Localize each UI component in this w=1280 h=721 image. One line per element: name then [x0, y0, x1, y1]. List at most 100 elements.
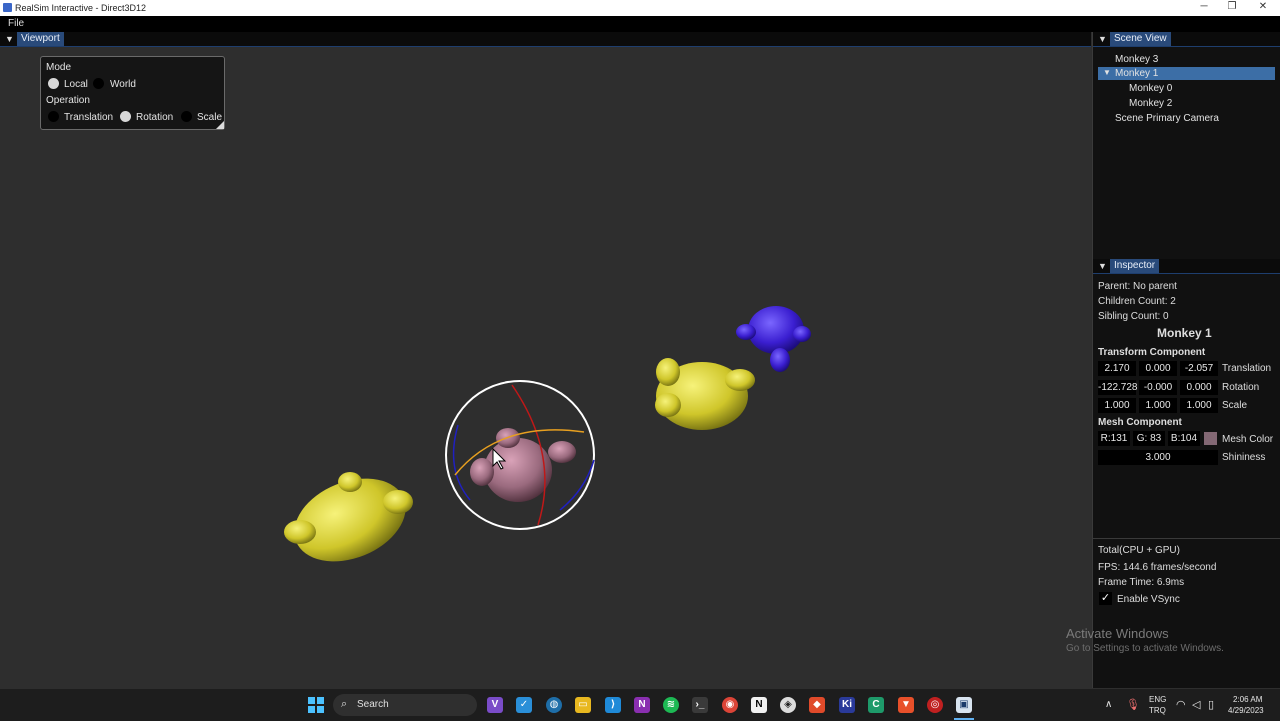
parent-info: Parent: No parent [1098, 281, 1177, 292]
start-windows-icon[interactable] [308, 697, 324, 713]
collapse-arrow-icon[interactable]: ▼ [1098, 261, 1107, 271]
tab-inspector[interactable]: Inspector [1110, 259, 1160, 273]
fps-readout: FPS: 144.6 frames/second [1098, 562, 1217, 573]
activation-watermark-title: Activate Windows [1066, 626, 1169, 641]
tree-expand-arrow-icon[interactable]: ▼ [1103, 68, 1111, 77]
mode-local-radio[interactable] [48, 78, 59, 89]
tree-item-camera[interactable]: Scene Primary Camera [1115, 113, 1219, 124]
window-title: RealSim Interactive - Direct3D12 [15, 3, 147, 13]
collapse-arrow-icon[interactable]: ▼ [1098, 34, 1107, 44]
translation-label: Translation [1222, 363, 1272, 374]
close-icon[interactable]: ✕ [1255, 1, 1271, 15]
minimize-icon[interactable]: ─ [1196, 1, 1212, 15]
rotation-z-field[interactable]: 0.000 [1180, 380, 1218, 395]
vsync-label[interactable]: Enable VSync [1117, 594, 1180, 605]
scale-label: Scale [1222, 400, 1248, 411]
frame-time-readout: Frame Time: 6.9ms [1098, 577, 1185, 588]
brave-icon[interactable]: ▼ [898, 697, 914, 713]
search-icon: ⌕ [341, 698, 348, 710]
spotify-icon[interactable]: ≋ [663, 697, 679, 713]
file-explorer-icon[interactable]: ▭ [575, 697, 591, 713]
operation-scale-radio[interactable] [181, 111, 192, 122]
mesh-color-r-field[interactable]: R:131 [1098, 431, 1130, 446]
onenote-icon[interactable]: N [634, 697, 650, 713]
menu-bar: File [0, 16, 1280, 32]
tab-scene-view[interactable]: Scene View [1110, 32, 1171, 46]
language-primary[interactable]: ENG [1149, 695, 1166, 704]
maximize-icon[interactable]: ❐ [1224, 1, 1240, 15]
mesh-color-swatch[interactable] [1204, 432, 1217, 445]
translation-y-field[interactable]: 0.000 [1139, 361, 1177, 376]
gizmo-mode-panel: Mode Local World Operation Translation R… [40, 56, 225, 130]
mode-local-label[interactable]: Local [64, 79, 88, 90]
menu-file[interactable]: File [8, 18, 24, 29]
active-app-icon[interactable]: ▣ [956, 697, 972, 713]
shininess-field[interactable]: 3.000 [1098, 450, 1218, 465]
tree-item-monkey-1[interactable]: Monkey 1 [1115, 68, 1158, 79]
sibling-info: Sibling Count: 0 [1098, 311, 1169, 322]
unity-icon[interactable]: ◈ [780, 697, 796, 713]
monkey-3-model[interactable] [736, 306, 811, 372]
scene-view-header: ▼ Scene View [1093, 32, 1280, 47]
monkey-0-model[interactable] [282, 463, 418, 577]
battery-icon[interactable]: ▯ [1208, 698, 1214, 711]
clock-date[interactable]: 4/29/2023 [1228, 706, 1264, 715]
chrome-icon[interactable]: ◉ [722, 697, 738, 713]
wifi-icon[interactable]: ◠ [1176, 698, 1186, 711]
globe-app-icon[interactable]: ◍ [546, 697, 562, 713]
mesh-component-title: Mesh Component [1098, 417, 1182, 428]
viewport-3d[interactable] [0, 47, 1091, 688]
collapse-arrow-icon[interactable]: ▼ [5, 34, 14, 44]
activation-watermark-text: Go to Settings to activate Windows. [1066, 643, 1224, 654]
mode-label: Mode [46, 62, 72, 73]
app-check-icon[interactable]: ✓ [516, 697, 532, 713]
ki-app-icon[interactable]: Ki [839, 697, 855, 713]
scene-render[interactable] [0, 47, 1091, 688]
mode-world-radio[interactable] [93, 78, 104, 89]
monkey-2-model[interactable] [655, 358, 755, 430]
taskbar: ⌕ Search V ✓ ◍ ▭ ⟩ N ≋ ›_ ◉ N ◈ ◆ Ki C ▼… [0, 688, 1280, 721]
operation-rotation-label[interactable]: Rotation [136, 112, 173, 123]
operation-translation-label[interactable]: Translation [64, 112, 113, 123]
volume-icon[interactable]: ◁ [1192, 698, 1200, 711]
tab-viewport[interactable]: Viewport [17, 32, 64, 46]
stats-title: Total(CPU + GPU) [1098, 545, 1180, 556]
microphone-icon[interactable]: 🎙 [1126, 698, 1140, 711]
scale-y-field[interactable]: 1.000 [1139, 398, 1177, 413]
taskbar-search-label: Search [357, 699, 389, 710]
stats-divider [1093, 538, 1280, 539]
taskbar-search[interactable]: ⌕ Search [333, 694, 477, 716]
resize-grip-icon[interactable] [216, 121, 224, 129]
vscode-icon[interactable]: ⟩ [605, 697, 621, 713]
clock-time[interactable]: 2:06 AM [1233, 695, 1262, 704]
mesh-color-g-field[interactable]: G: 83 [1133, 431, 1165, 446]
scale-z-field[interactable]: 1.000 [1180, 398, 1218, 413]
vsync-checkbox[interactable]: ✓ [1099, 592, 1112, 605]
monkey-1-model[interactable] [470, 428, 576, 502]
window-titlebar: RealSim Interactive - Direct3D12 ─ ❐ ✕ [0, 0, 1280, 16]
visual-studio-icon[interactable]: V [487, 697, 503, 713]
operation-translation-radio[interactable] [48, 111, 59, 122]
operation-rotation-radio[interactable] [120, 111, 131, 122]
language-secondary[interactable]: TRQ [1149, 706, 1166, 715]
app-icon [3, 3, 12, 12]
git-app-icon[interactable]: ◆ [809, 697, 825, 713]
tree-item-monkey-0[interactable]: Monkey 0 [1129, 83, 1172, 94]
mesh-color-label: Mesh Color [1222, 434, 1274, 445]
translation-z-field[interactable]: -2.057 [1180, 361, 1218, 376]
notion-icon[interactable]: N [751, 697, 767, 713]
tray-expand-icon[interactable]: ∧ [1105, 699, 1112, 710]
tree-item-monkey-3[interactable]: Monkey 3 [1115, 54, 1158, 65]
mesh-color-b-field[interactable]: B:104 [1168, 431, 1200, 446]
children-info: Children Count: 2 [1098, 296, 1176, 307]
rotation-y-field[interactable]: -0.000 [1139, 380, 1177, 395]
terminal-icon[interactable]: ›_ [692, 697, 708, 713]
viewport-header: ▼ Viewport [0, 32, 1091, 47]
rotation-x-field[interactable]: -122.728 [1098, 380, 1137, 395]
clion-icon[interactable]: C [868, 697, 884, 713]
mode-world-label[interactable]: World [110, 79, 136, 90]
app-badge-icon[interactable]: ◎ [927, 697, 943, 713]
tree-item-monkey-2[interactable]: Monkey 2 [1129, 98, 1172, 109]
translation-x-field[interactable]: 2.170 [1098, 361, 1136, 376]
scale-x-field[interactable]: 1.000 [1098, 398, 1136, 413]
